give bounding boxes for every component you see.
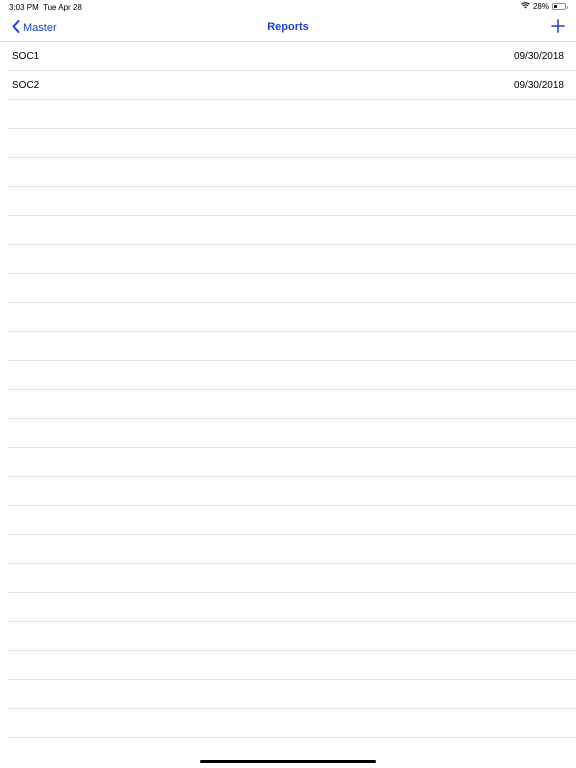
empty-row xyxy=(8,303,576,332)
status-time: 3:03 PM xyxy=(9,3,39,12)
battery-fill xyxy=(554,5,557,8)
empty-row xyxy=(8,419,576,448)
empty-row xyxy=(8,274,576,303)
plus-icon xyxy=(551,19,565,33)
page-title: Reports xyxy=(267,21,309,33)
empty-row xyxy=(8,187,576,216)
add-report-button[interactable] xyxy=(550,18,566,34)
empty-row xyxy=(8,245,576,274)
status-indicators: 28% xyxy=(521,2,568,11)
report-name: SOC1 xyxy=(12,51,40,62)
empty-row xyxy=(8,506,576,535)
report-name: SOC2 xyxy=(12,80,40,91)
status-bar: 3:03 PM Tue Apr 28 28% xyxy=(0,0,576,14)
empty-row xyxy=(8,535,576,564)
report-date: 09/30/2018 xyxy=(513,51,564,62)
empty-row xyxy=(8,390,576,419)
report-row[interactable]: SOC2 09/30/2018 xyxy=(8,71,576,100)
empty-row xyxy=(8,477,576,506)
battery-percentage: 28% xyxy=(532,2,549,11)
battery-icon xyxy=(552,3,568,10)
empty-row xyxy=(8,593,576,622)
empty-row xyxy=(8,564,576,593)
empty-row xyxy=(8,622,576,651)
report-date: 09/30/2018 xyxy=(513,80,564,91)
empty-row xyxy=(8,216,576,245)
report-row[interactable]: SOC1 09/30/2018 xyxy=(8,42,576,71)
empty-row xyxy=(8,332,576,361)
empty-row xyxy=(8,448,576,477)
empty-row xyxy=(8,158,576,187)
empty-row xyxy=(8,361,576,390)
reports-list: SOC1 09/30/2018 SOC2 09/30/2018 xyxy=(0,42,576,738)
empty-row xyxy=(8,680,576,709)
navigation-bar: Master Reports xyxy=(0,14,576,42)
home-indicator xyxy=(200,760,376,763)
empty-row xyxy=(8,100,576,129)
empty-row xyxy=(8,709,576,738)
empty-row xyxy=(8,129,576,158)
wifi-icon xyxy=(521,2,530,11)
status-date: Tue Apr 28 xyxy=(43,3,82,12)
empty-row xyxy=(8,651,576,680)
